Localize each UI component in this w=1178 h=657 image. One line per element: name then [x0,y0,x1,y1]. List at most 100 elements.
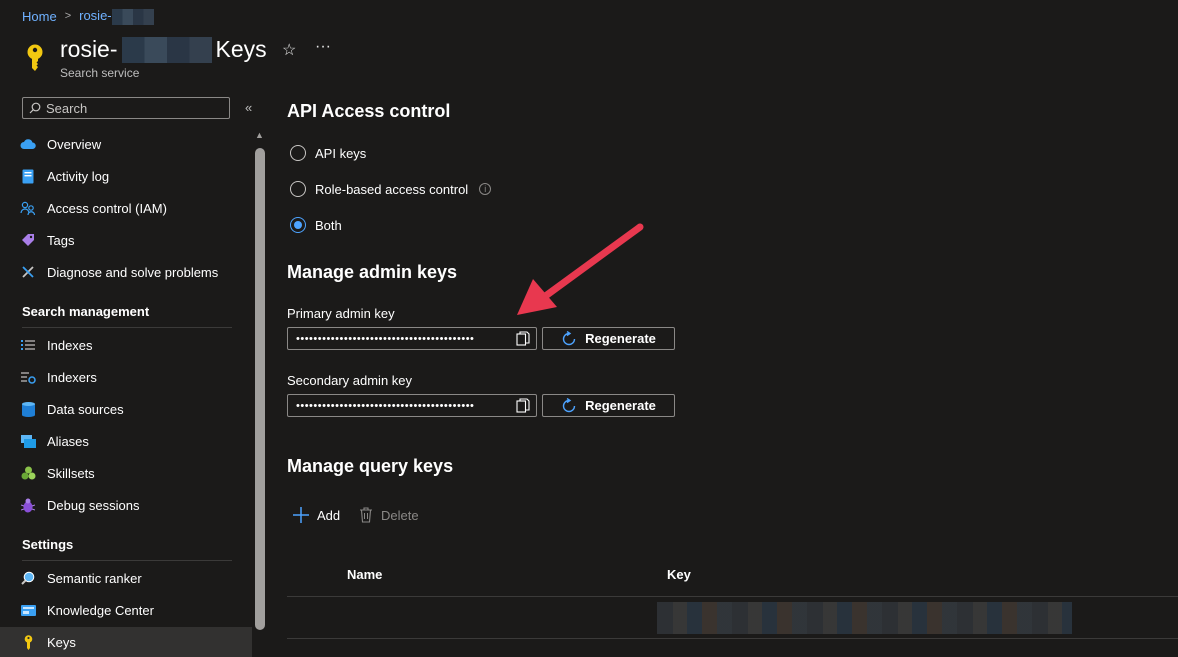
iam-people-icon [20,200,36,216]
column-header-key[interactable]: Key [667,567,691,582]
delete-label: Delete [381,507,419,523]
secondary-admin-key-field[interactable]: ••••••••••••••••••••••••••••••••••••••••… [287,394,537,417]
search-icon [29,102,41,114]
radio-circle[interactable] [290,145,306,161]
radio-circle[interactable] [290,181,306,197]
breadcrumb-home-link[interactable]: Home [22,9,57,24]
section-search-management: Search management [22,304,150,319]
trash-icon [360,507,372,523]
sidebar-item-debug-sessions[interactable]: Debug sessions [0,490,252,520]
sidebar-item-knowledge-center[interactable]: Knowledge Center [0,595,252,625]
secondary-admin-key-label: Secondary admin key [287,373,413,388]
database-icon [20,401,36,417]
sidebar-item-indexes[interactable]: Indexes [0,330,252,360]
knowledge-icon [20,602,36,618]
redacted-block [121,36,212,63]
wrench-icon [20,264,36,280]
refresh-icon [562,330,576,345]
radio-both[interactable]: Both [290,217,342,233]
search-input[interactable] [46,100,216,116]
regenerate-label: Regenerate [585,331,656,346]
primary-key-value: ••••••••••••••••••••••••••••••••••••••••… [296,332,475,345]
delete-query-key-button[interactable]: Delete [359,507,419,523]
sidebar-item-diagnose[interactable]: Diagnose and solve problems [0,257,252,287]
sidebar-item-label: Skillsets [47,465,95,481]
api-access-control-heading: API Access control [287,101,451,121]
sidebar-item-label: Indexes [47,337,93,353]
key-icon [20,634,36,650]
radio-role-based[interactable]: Role-based access control i [290,181,492,197]
key-logo-icon [27,44,43,71]
section-settings: Settings [22,537,74,552]
sidebar-item-semantic-ranker[interactable]: Semantic ranker [0,563,252,593]
cloud-overview-icon [20,136,36,152]
column-header-name[interactable]: Name [347,567,382,582]
manage-admin-keys-heading: Manage admin keys [287,262,458,282]
page-subtitle: Search service [60,66,140,80]
regenerate-label: Regenerate [585,398,656,413]
sidebar-item-label: Access control (IAM) [47,200,167,216]
add-query-key-button[interactable]: Add [293,507,340,523]
redacted-block [111,8,154,25]
sidebar-item-label: Semantic ranker [47,570,142,586]
sidebar-item-label: Indexers [47,369,97,385]
radio-label: Both [315,217,342,233]
skillset-icon [20,465,36,481]
sidebar-item-label: Tags [47,232,75,248]
sidebar-item-aliases[interactable]: Aliases [0,426,252,456]
table-row-divider [287,638,1178,639]
radio-label: Role-based access control [315,181,469,197]
annotation-arrow-icon [517,223,644,315]
sidebar-item-skillsets[interactable]: Skillsets [0,458,252,488]
secondary-key-value: ••••••••••••••••••••••••••••••••••••••••… [296,399,475,412]
list-icon [20,337,36,353]
sidebar-item-activity-log[interactable]: Activity log [0,161,252,191]
sidebar-item-tags[interactable]: Tags [0,225,252,255]
table-header-divider [287,596,1178,597]
sidebar-item-access-control[interactable]: Access control (IAM) [0,193,252,223]
page-title: rosie- Keys [60,36,267,63]
section-divider [22,560,232,561]
indexer-icon [20,369,36,385]
sidebar-item-label: Debug sessions [47,497,140,513]
favorite-star-icon[interactable]: ☆ [282,40,296,60]
collapse-sidebar-button[interactable]: « [245,100,252,115]
redacted-query-key [657,602,1072,634]
sidebar-item-indexers[interactable]: Indexers [0,362,252,392]
sidebar-item-overview[interactable]: Overview [0,129,252,159]
regenerate-primary-button[interactable]: Regenerate [542,327,675,350]
copy-icon[interactable] [516,330,530,347]
magnifier-icon [20,570,36,586]
radio-api-keys[interactable]: API keys [290,145,366,161]
sidebar-item-label: Activity log [47,168,110,184]
sidebar-item-label: Aliases [47,433,89,449]
primary-admin-key-field[interactable]: ••••••••••••••••••••••••••••••••••••••••… [287,327,537,350]
sidebar-search[interactable] [22,97,230,119]
breadcrumb-resource-label: rosie- [79,8,112,23]
chevron-right-icon: > [64,10,72,23]
copy-icon[interactable] [516,397,530,414]
title-suffix: Keys [215,36,267,62]
sidebar-item-label: Overview [47,136,102,152]
breadcrumb-resource-link[interactable]: rosie- [79,8,154,25]
sidebar-item-data-sources[interactable]: Data sources [0,394,252,424]
sidebar-scroll-thumb[interactable] [255,148,265,630]
info-icon[interactable]: i [479,183,492,195]
activity-log-icon [20,168,36,184]
radio-label: API keys [315,145,367,161]
scroll-up-arrow-icon[interactable]: ▲ [255,130,264,140]
sidebar-item-keys[interactable]: Keys [0,627,252,657]
regenerate-secondary-button[interactable]: Regenerate [542,394,675,417]
manage-query-keys-heading: Manage query keys [287,456,454,476]
sidebar-item-label: Keys [47,634,76,650]
primary-admin-key-label: Primary admin key [287,306,395,321]
sidebar-item-label: Diagnose and solve problems [47,264,219,280]
sidebar-item-label: Knowledge Center [47,602,154,618]
section-divider [22,327,232,328]
plus-icon [293,507,309,523]
sidebar-item-label: Data sources [47,401,124,417]
bug-icon [20,497,36,513]
tag-icon [20,232,36,248]
more-options-button[interactable]: ··· [315,38,331,56]
radio-circle-selected[interactable] [290,217,306,233]
